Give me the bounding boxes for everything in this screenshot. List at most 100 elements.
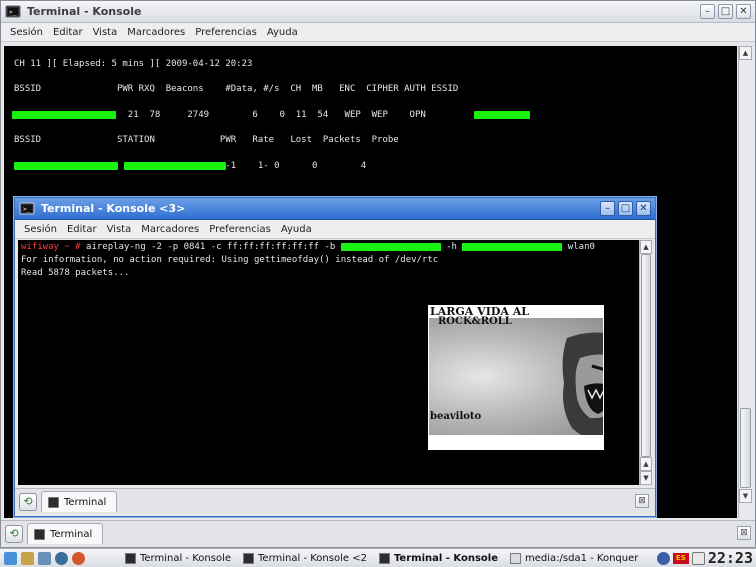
outer-scrollbar[interactable]: ▲ ▼	[738, 46, 752, 518]
task-terminal-2[interactable]: Terminal - Konsole <2	[237, 550, 373, 567]
menu-preferencias[interactable]: Preferencias	[204, 224, 276, 235]
menu-preferencias[interactable]: Preferencias	[190, 27, 262, 38]
globe-icon[interactable]	[55, 551, 68, 565]
command-h-flag: -h	[440, 242, 463, 252]
menu-editar[interactable]: Editar	[48, 27, 88, 38]
clock[interactable]: 22:23	[708, 549, 753, 567]
menu-ayuda[interactable]: Ayuda	[276, 224, 317, 235]
task-label: Terminal - Konsole <2	[258, 552, 367, 564]
konsole-icon: >_	[5, 5, 21, 17]
network-icon[interactable]	[656, 551, 670, 565]
minimize-icon: –	[705, 5, 710, 17]
maximize-button[interactable]: □	[718, 4, 733, 19]
inner-title-bar[interactable]: >_ Terminal - Konsole <3> – □ ✕	[15, 198, 655, 220]
redacted-host-mac	[462, 242, 563, 251]
command-text: aireplay-ng -2 -p 0841 -c ff:ff:ff:ff:ff…	[86, 242, 341, 252]
info-line: For information, no action required: Usi…	[21, 255, 439, 265]
inner-scrollbar[interactable]: ▲ ▲ ▼	[639, 240, 652, 485]
menu-vista[interactable]: Vista	[102, 224, 137, 235]
minimize-button[interactable]: –	[700, 4, 715, 19]
redacted-bssid	[12, 111, 116, 119]
new-tab-icon: ⟲	[23, 495, 33, 508]
maximize-button[interactable]: □	[618, 201, 633, 216]
command-line: wifiway ~ # aireplay-ng -2 -p 0841 -c ff…	[21, 242, 595, 252]
redacted-station-bssid	[14, 162, 118, 170]
taskbar: Terminal - Konsole Terminal - Konsole <2…	[0, 548, 756, 567]
konqueror-icon[interactable]	[38, 551, 51, 565]
scroll-down-arrow-icon[interactable]: ▼	[739, 489, 752, 503]
station-table-header: BSSID STATION PWR Rate Lost Packets Prob…	[14, 135, 399, 145]
redacted-bssid	[340, 242, 441, 251]
minimize-icon: –	[605, 202, 610, 214]
keyboard-layout-flag-icon[interactable]: ES	[672, 552, 689, 564]
menu-editar[interactable]: Editar	[62, 224, 102, 235]
outer-window-title: Terminal - Konsole	[27, 5, 142, 18]
folder-icon	[510, 552, 521, 564]
close-button[interactable]: ✕	[736, 4, 751, 19]
task-terminal-1[interactable]: Terminal - Konsole	[119, 550, 237, 567]
scroll-up-arrow-icon[interactable]: ▲	[640, 457, 652, 471]
inner-scroll-thumb[interactable]	[641, 254, 651, 457]
close-tab-button[interactable]: ⊠	[737, 526, 751, 540]
command-interface: wlan0	[562, 242, 595, 252]
new-tab-button[interactable]: ⟲	[19, 492, 37, 511]
outer-tab-bar: ⟲ Terminal ⊠	[1, 520, 755, 546]
menu-ayuda[interactable]: Ayuda	[262, 27, 303, 38]
outer-menu-bar: Sesión Editar Vista Marcadores Preferenc…	[1, 23, 755, 42]
close-tab-icon: ⊠	[740, 528, 748, 538]
inner-terminal-output[interactable]: wifiway ~ # aireplay-ng -2 -p 0841 -c ff…	[18, 240, 639, 485]
menu-vista[interactable]: Vista	[88, 27, 123, 38]
face-illustration-icon	[562, 332, 603, 435]
ap-table-header: BSSID PWR RXQ Beacons #Data, #/s CH MB E…	[14, 84, 459, 94]
inner-window-title: Terminal - Konsole <3>	[41, 202, 186, 215]
terminal-icon	[378, 552, 390, 564]
konsole-icon: >_	[19, 202, 35, 214]
menu-sesion[interactable]: Sesión	[5, 27, 48, 38]
close-icon: ✕	[739, 5, 748, 17]
menu-sesion[interactable]: Sesión	[19, 224, 62, 235]
task-label: media:/sda1 - Konquer	[525, 552, 639, 564]
task-label: Terminal - Konsole	[393, 552, 498, 564]
clipboard-icon[interactable]	[691, 551, 705, 565]
packets-read-line: Read 5878 packets...	[21, 268, 130, 278]
image-caption-bottom: beaviloto	[430, 411, 482, 422]
scroll-down-arrow-icon[interactable]: ▼	[640, 471, 652, 485]
inner-menu-bar: Sesión Editar Vista Marcadores Preferenc…	[15, 220, 655, 239]
menu-marcadores[interactable]: Marcadores	[136, 224, 204, 235]
inner-konsole-window: >_ Terminal - Konsole <3> – □ ✕ Sesión E…	[14, 197, 656, 517]
tab-label: Terminal	[64, 496, 107, 508]
task-terminal-3[interactable]: Terminal - Konsole	[373, 550, 504, 567]
home-folder-icon[interactable]	[21, 551, 34, 565]
image-caption-mid: ROCK&ROLL	[438, 316, 512, 327]
terminal-icon	[125, 552, 136, 564]
rock-and-roll-image: LARGA VIDA AL ROCK&ROLL beaviloto	[428, 305, 604, 450]
close-button[interactable]: ✕	[636, 201, 651, 216]
scroll-up-arrow-icon[interactable]: ▲	[640, 240, 652, 254]
airodump-status-line: CH 11 ][ Elapsed: 5 mins ][ 2009-04-12 2…	[14, 59, 253, 69]
system-tray: ES 22:23	[656, 549, 756, 567]
maximize-icon: □	[720, 5, 731, 17]
outer-title-bar[interactable]: >_ Terminal - Konsole – □ ✕	[1, 1, 755, 23]
tab-label: Terminal	[50, 528, 93, 540]
close-icon: ✕	[639, 202, 648, 214]
tab-terminal-inner[interactable]: Terminal	[41, 491, 118, 512]
close-tab-button[interactable]: ⊠	[635, 494, 649, 508]
task-label: Terminal - Konsole	[140, 552, 232, 564]
shell-prompt: wifiway ~ #	[21, 242, 87, 252]
outer-scroll-thumb[interactable]	[740, 408, 751, 488]
new-tab-icon: ⟲	[9, 527, 19, 540]
scroll-up-arrow-icon[interactable]: ▲	[739, 46, 752, 60]
close-tab-icon: ⊠	[638, 496, 646, 506]
tab-terminal-outer[interactable]: Terminal	[27, 523, 104, 544]
redacted-station-mac	[124, 162, 226, 170]
menu-marcadores[interactable]: Marcadores	[122, 27, 190, 38]
terminal-icon	[48, 496, 59, 508]
minimize-button[interactable]: –	[600, 201, 615, 216]
task-konqueror[interactable]: media:/sda1 - Konquer	[504, 550, 644, 567]
inner-tab-bar: ⟲ Terminal ⊠	[15, 488, 655, 514]
new-tab-button[interactable]: ⟲	[5, 524, 23, 543]
svg-text:>_: >_	[23, 206, 31, 213]
k-menu-icon[interactable]	[4, 551, 17, 565]
terminal-icon	[243, 552, 255, 564]
firefox-icon[interactable]	[72, 551, 85, 565]
